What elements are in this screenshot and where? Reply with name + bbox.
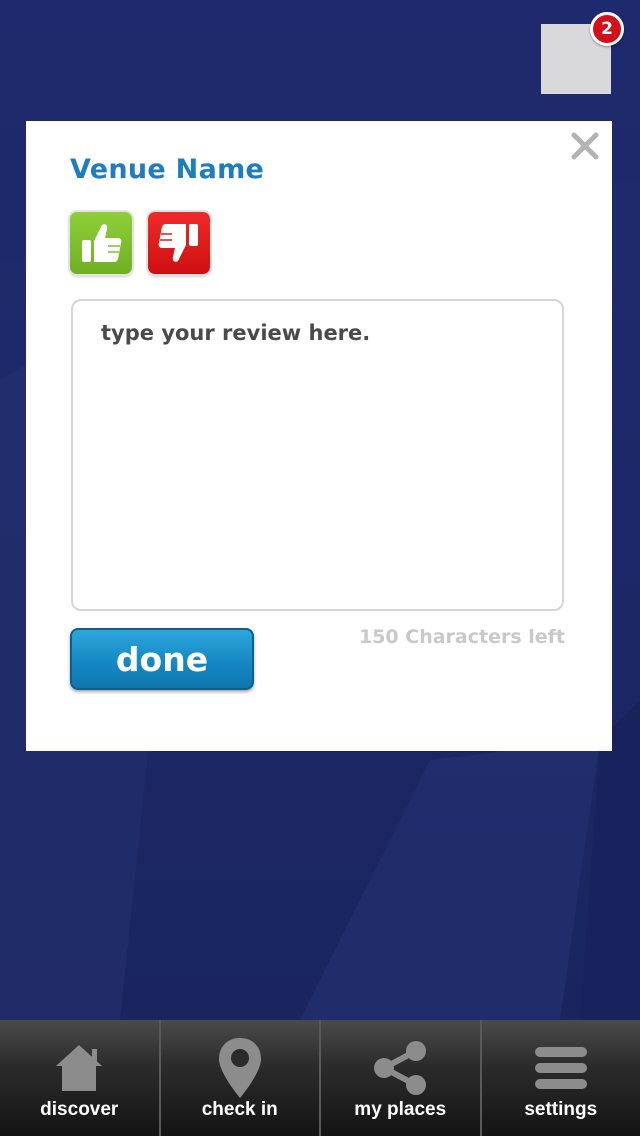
characters-left-counter: 150 Characters left <box>358 626 565 648</box>
bottom-tab-bar: discover check in my places settings <box>0 1020 640 1136</box>
thumbs-down-icon <box>158 224 198 262</box>
thumbs-up-icon <box>82 224 122 262</box>
tab-label-settings: settings <box>524 1099 598 1120</box>
thumbs-up-button[interactable] <box>70 212 132 274</box>
tab-label-discover: discover <box>40 1099 119 1120</box>
review-modal: Venue Name 150 Characters left done <box>26 121 612 751</box>
thumbs-down-button[interactable] <box>148 212 210 274</box>
review-textarea[interactable] <box>101 321 534 589</box>
review-textarea-container <box>71 299 564 611</box>
tab-my-places[interactable]: my places <box>321 1020 482 1136</box>
tab-label-my-places: my places <box>354 1099 447 1120</box>
venue-title: Venue Name <box>70 154 265 185</box>
tab-check-in[interactable]: check in <box>161 1020 321 1136</box>
tab-label-check-in: check in <box>201 1099 278 1120</box>
tab-settings[interactable]: settings <box>482 1020 640 1136</box>
menu-icon <box>531 1038 591 1098</box>
tab-discover[interactable]: discover <box>0 1020 161 1136</box>
location-pin-icon <box>210 1038 270 1098</box>
notification-badge[interactable]: 2 <box>590 12 624 46</box>
share-icon <box>370 1038 430 1098</box>
close-icon[interactable] <box>570 131 600 161</box>
done-button[interactable]: done <box>70 628 254 690</box>
home-icon <box>49 1038 109 1098</box>
